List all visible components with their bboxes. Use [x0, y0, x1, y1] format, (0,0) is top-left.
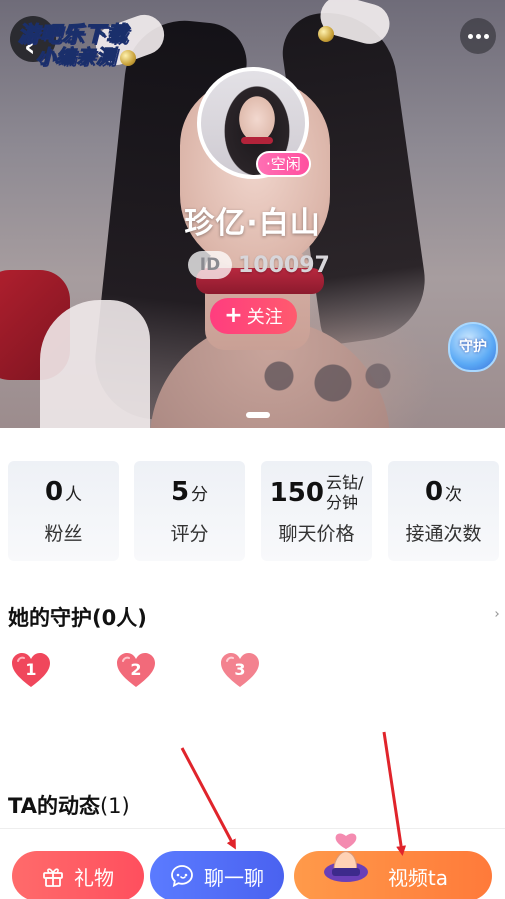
- stat-card-connections: 0次 接通次数: [388, 461, 499, 561]
- stat-card-fans: 0人 粉丝: [8, 461, 119, 561]
- chat-button[interactable]: 聊一聊: [150, 851, 284, 899]
- stat-label: 评分: [170, 523, 209, 545]
- guardian-slot-3[interactable]: 3: [220, 653, 260, 689]
- gift-button[interactable]: 礼物: [12, 851, 144, 899]
- guardian-slot-number: 2: [130, 660, 142, 679]
- guardians-count: (0人): [92, 606, 147, 630]
- chat-label: 聊一聊: [204, 865, 264, 890]
- stats-row: 0人 粉丝 5分 评分 150 云钻/分钟 聊天价格 0次 接通次数: [8, 461, 499, 561]
- gift-icon: [43, 868, 63, 887]
- moments-title-text: TA的动态: [8, 794, 100, 818]
- bottom-action-bar: 礼物 聊一聊 视频ta: [0, 828, 505, 899]
- user-id-row: ID 100097: [188, 250, 330, 280]
- id-number: 100097: [238, 252, 330, 278]
- stat-value: 0: [424, 477, 444, 507]
- video-label: 视频ta: [387, 865, 449, 890]
- stat-value: 0: [44, 477, 64, 507]
- hero-photo-fur: [40, 300, 150, 428]
- stat-unit: 人: [65, 484, 83, 505]
- watermark-logo: ‹ 游吧乐下载 小编亲测: [10, 10, 170, 70]
- plus-icon: +: [224, 303, 243, 328]
- chat-bubble-icon: [171, 865, 193, 888]
- stat-value: 5: [170, 477, 190, 507]
- more-dots-icon[interactable]: [460, 18, 496, 54]
- guardian-slot-1[interactable]: 1: [11, 653, 51, 689]
- user-name: 珍亿·白山: [184, 206, 321, 241]
- status-badge: ·空闲: [256, 151, 311, 177]
- stat-label: 接通次数: [405, 523, 482, 545]
- avatar-choker: [241, 137, 273, 144]
- follow-button[interactable]: + 关注: [210, 298, 297, 334]
- guardians-title: 她的守护(0人): [8, 602, 147, 632]
- stat-unit-line1: 云钻/: [325, 473, 364, 492]
- stat-unit: 云钻/分钟: [326, 473, 363, 513]
- stat-label: 粉丝: [44, 523, 83, 545]
- guard-shield-icon[interactable]: 守护: [444, 318, 502, 376]
- stat-unit: 次: [445, 484, 463, 505]
- carousel-indicator: [246, 412, 270, 418]
- stat-label: 聊天价格: [278, 523, 355, 545]
- gift-label: 礼物: [74, 865, 114, 890]
- moments-title[interactable]: TA的动态(1): [8, 790, 130, 820]
- watermark-text-line2: 小编亲测: [35, 46, 117, 69]
- dot: [483, 33, 489, 39]
- guardian-slot-number: 1: [25, 660, 37, 679]
- hero-photo-tattoo: [225, 348, 405, 418]
- dot: [475, 33, 481, 39]
- hero-photo-bell: [318, 26, 334, 42]
- dot: [467, 33, 473, 39]
- chevron-right-icon[interactable]: [493, 611, 499, 617]
- heart-hand-icon: [324, 833, 368, 882]
- moments-count: (1): [99, 794, 130, 818]
- stat-unit-line2: 分钟: [325, 493, 358, 512]
- stat-unit: 分: [191, 484, 209, 505]
- guardian-slot-2[interactable]: 2: [116, 653, 156, 689]
- stat-value: 150: [269, 478, 324, 508]
- guard-badge-label: 守护: [459, 339, 487, 355]
- guardian-slot-number: 3: [234, 660, 246, 679]
- follow-label: 关注: [246, 307, 283, 328]
- id-tag: ID: [188, 251, 232, 279]
- stat-card-price: 150 云钻/分钟 聊天价格: [261, 461, 372, 561]
- guardians-title-text: 她的守护: [8, 606, 92, 630]
- stat-card-rating: 5分 评分: [134, 461, 245, 561]
